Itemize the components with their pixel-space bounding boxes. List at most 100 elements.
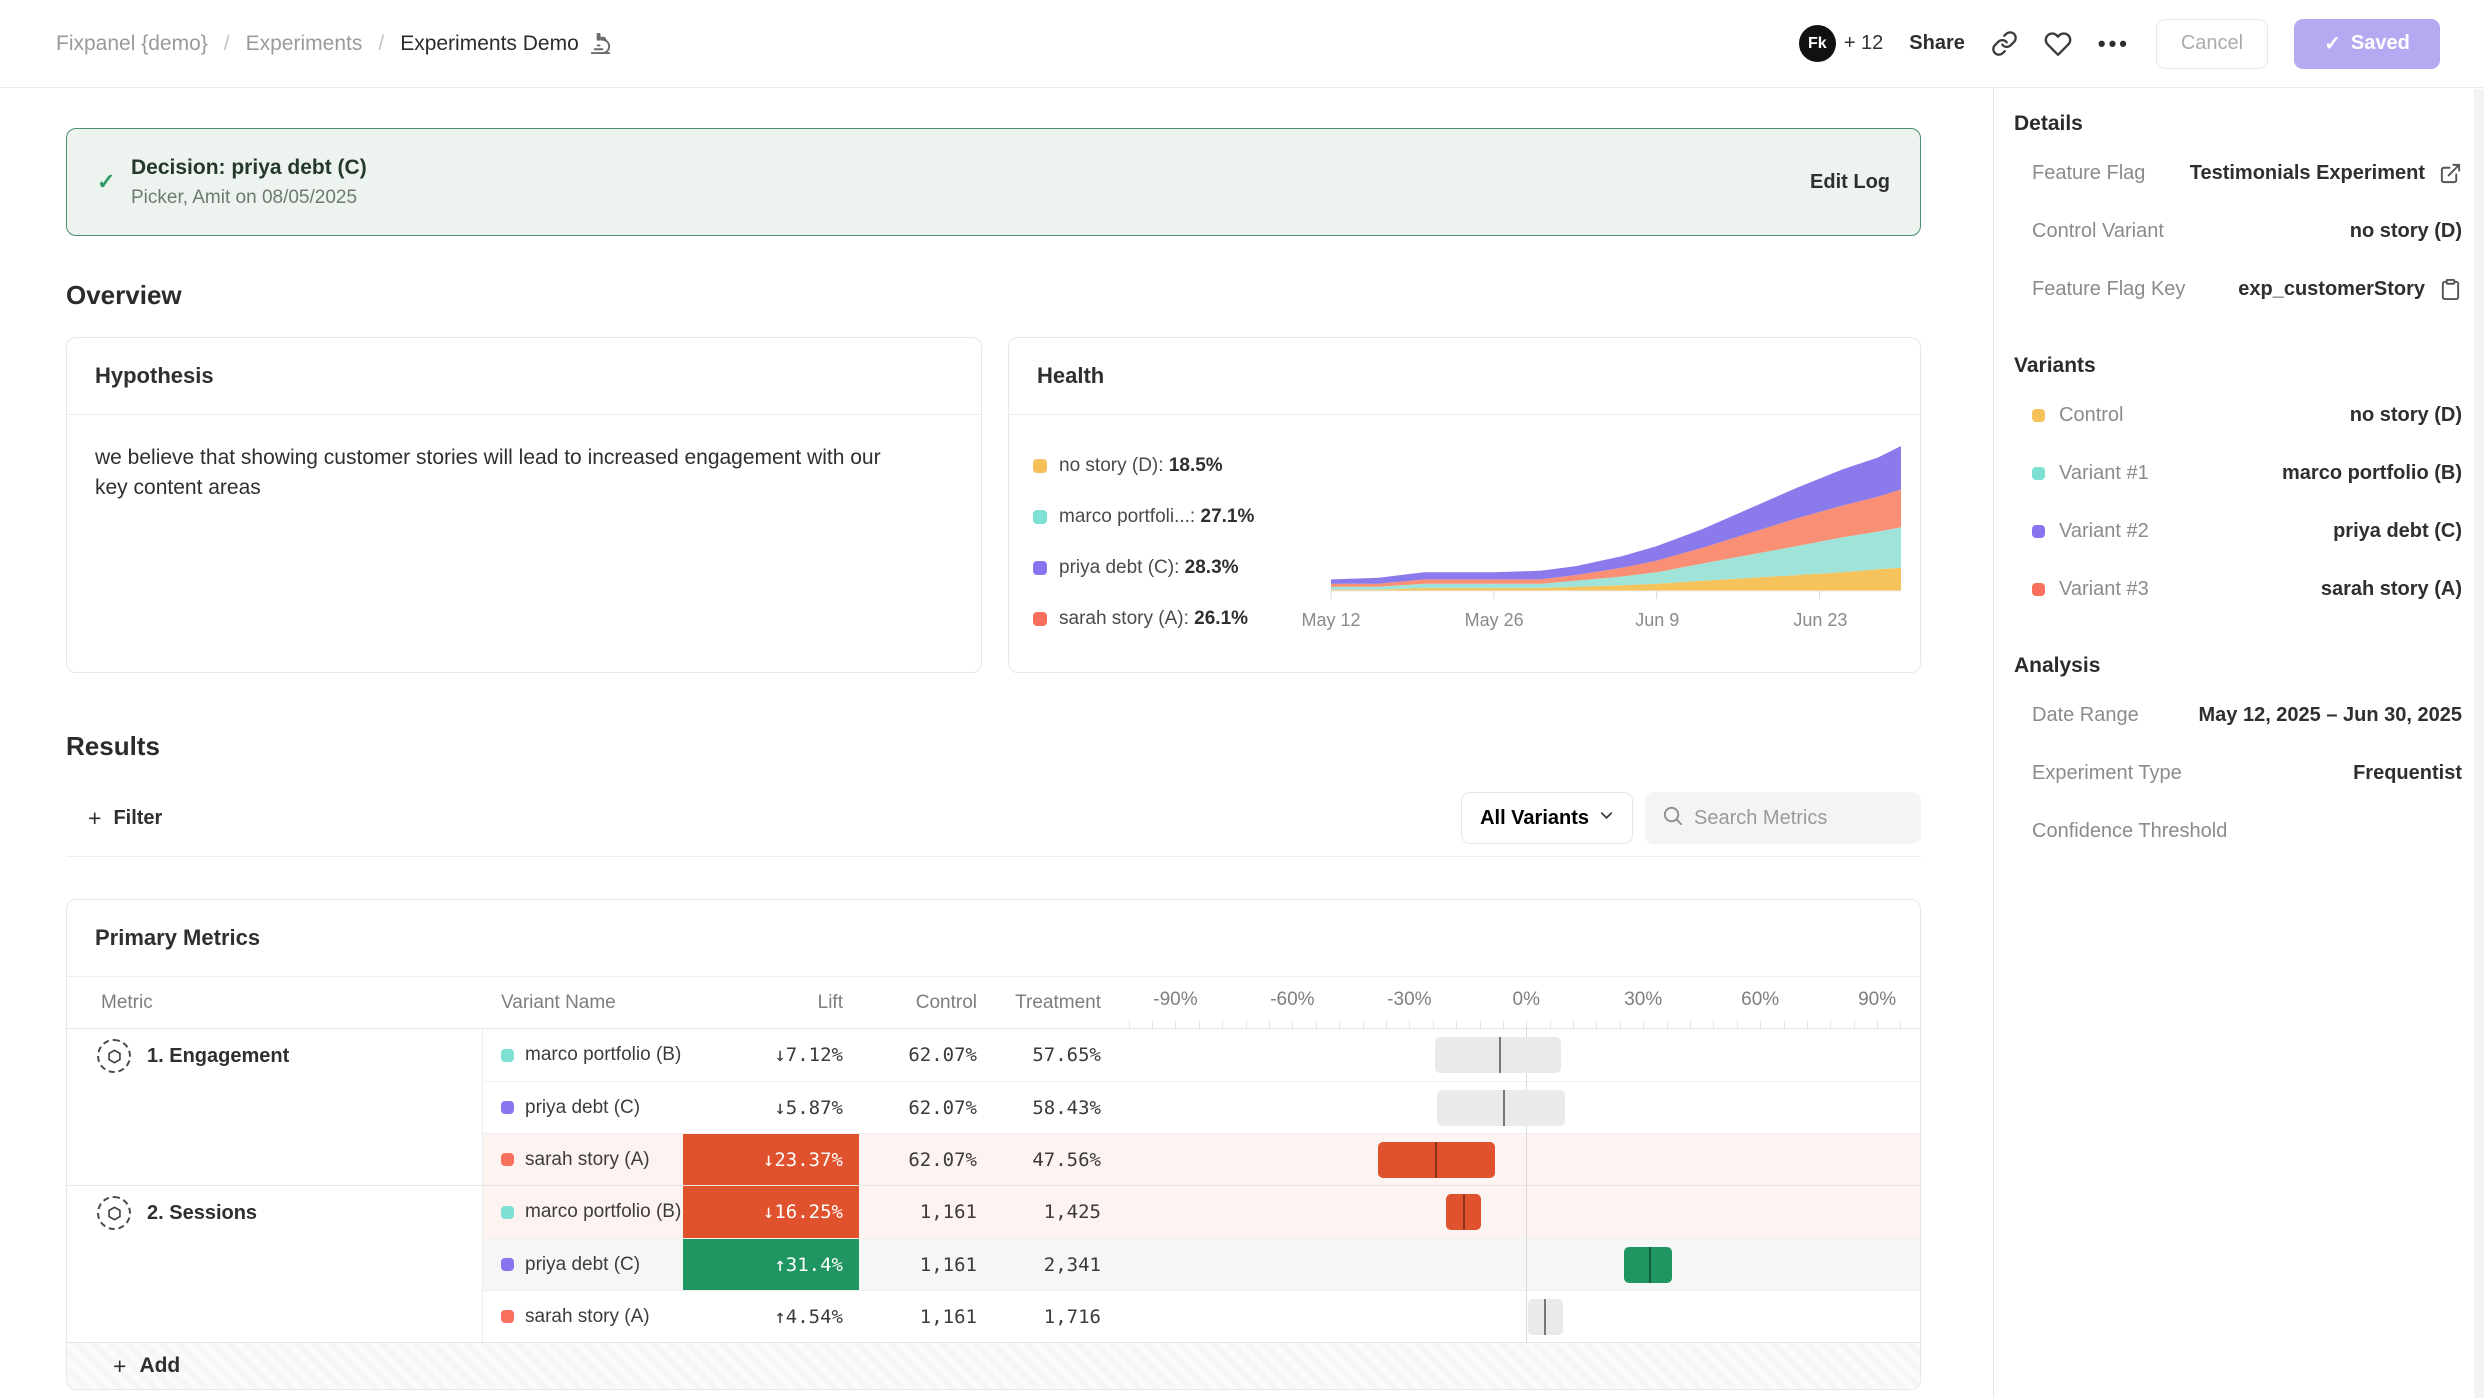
share-button[interactable]: Share bbox=[1909, 32, 1965, 55]
variant-row[interactable]: marco portfolio (B)↓16.25%1,1611,425 bbox=[483, 1186, 1920, 1238]
variants-dropdown[interactable]: All Variants bbox=[1461, 792, 1633, 844]
plus-icon: + bbox=[88, 805, 101, 832]
more-options-icon[interactable]: ••• bbox=[2098, 31, 2130, 57]
lift-value: ↓16.25% bbox=[683, 1186, 859, 1238]
collaborators[interactable]: Fk + 12 bbox=[1799, 25, 1883, 62]
avatar[interactable]: Fk bbox=[1799, 25, 1836, 62]
sidebar-row-value: marco portfolio (B) bbox=[2282, 462, 2462, 485]
legend-swatch bbox=[1033, 459, 1047, 473]
decision-check-icon: ✓ bbox=[97, 169, 131, 195]
variant-name: marco portfolio (B) bbox=[525, 1044, 681, 1066]
variant-swatch bbox=[501, 1101, 514, 1114]
ci-axis-label: -90% bbox=[1153, 989, 1197, 1011]
cancel-button[interactable]: Cancel bbox=[2156, 19, 2268, 69]
sidebar-row: Controlno story (D) bbox=[2014, 386, 2462, 444]
metric-cell[interactable]: 2. Sessions bbox=[67, 1186, 483, 1342]
scrollbar-track[interactable] bbox=[2474, 89, 2484, 1398]
decision-banner: ✓ Decision: priya debt (C) Picker, Amit … bbox=[66, 128, 1921, 236]
variant-row[interactable]: marco portfolio (B)↓7.12%62.07%57.65% bbox=[483, 1029, 1920, 1081]
details-title: Details bbox=[2014, 112, 2462, 136]
variants-section: Variants Controlno story (D)Variant #1ma… bbox=[2014, 354, 2462, 618]
breadcrumb-separator: / bbox=[224, 32, 230, 56]
legend-label: sarah story (A): 26.1% bbox=[1059, 608, 1248, 630]
sidebar-row: Variant #3sarah story (A) bbox=[2014, 560, 2462, 618]
legend-item: sarah story (A): 26.1% bbox=[1033, 608, 1323, 630]
ci-point-marker bbox=[1463, 1194, 1465, 1230]
ci-point-marker bbox=[1435, 1142, 1437, 1178]
edit-log-button[interactable]: Edit Log bbox=[1810, 171, 1890, 194]
results-divider bbox=[66, 856, 1921, 857]
ci-axis-label: 60% bbox=[1741, 989, 1779, 1011]
external-link-icon[interactable] bbox=[2439, 162, 2462, 185]
confidence-interval-cell bbox=[1117, 1239, 1920, 1290]
search-icon bbox=[1661, 804, 1684, 832]
metric-target-icon bbox=[97, 1196, 131, 1230]
col-treatment: Treatment bbox=[993, 992, 1117, 1014]
sidebar-row-value: priya debt (C) bbox=[2333, 520, 2462, 543]
col-control: Control bbox=[859, 992, 993, 1014]
clipboard-icon[interactable] bbox=[2439, 278, 2462, 301]
topbar-actions: Fk + 12 Share ••• Cancel ✓ Saved bbox=[1799, 19, 2440, 69]
sidebar-row-value: exp_customerStory bbox=[2238, 278, 2425, 301]
hypothesis-body: we believe that showing customer stories… bbox=[67, 415, 947, 532]
metric-cell[interactable]: 1. Engagement bbox=[67, 1029, 483, 1185]
legend-item: no story (D): 18.5% bbox=[1033, 455, 1323, 477]
x-axis-tick-label: Jun 9 bbox=[1635, 610, 1679, 631]
check-icon: ✓ bbox=[2324, 31, 2341, 56]
breadcrumb-item[interactable]: Fixpanel {demo} bbox=[56, 32, 208, 56]
sidebar-row-label: Variant #3 bbox=[2032, 578, 2149, 601]
plus-icon: + bbox=[113, 1353, 126, 1380]
ci-point-marker bbox=[1499, 1037, 1501, 1073]
variant-name: priya debt (C) bbox=[525, 1097, 640, 1119]
breadcrumb: Fixpanel {demo}/Experiments/Experiments … bbox=[56, 32, 612, 56]
favorite-heart-icon[interactable] bbox=[2044, 30, 2072, 58]
breadcrumb-item[interactable]: Experiments bbox=[246, 32, 363, 56]
breadcrumb-item: Experiments Demo bbox=[400, 32, 612, 56]
variant-name: marco portfolio (B) bbox=[525, 1201, 681, 1223]
health-legend: no story (D): 18.5% marco portfoli...: 27… bbox=[1033, 455, 1323, 634]
search-metrics-input[interactable] bbox=[1694, 807, 1894, 830]
confidence-interval-cell bbox=[1117, 1082, 1920, 1133]
ci-axis-label: 30% bbox=[1624, 989, 1662, 1011]
variant-row[interactable]: priya debt (C)↑31.4%1,1612,341 bbox=[483, 1238, 1920, 1290]
treatment-value: 1,425 bbox=[993, 1186, 1117, 1238]
variant-row[interactable]: priya debt (C)↓5.87%62.07%58.43% bbox=[483, 1081, 1920, 1133]
hypothesis-title: Hypothesis bbox=[67, 338, 981, 415]
hypothesis-card: Hypothesis we believe that showing custo… bbox=[66, 337, 982, 673]
control-value: 1,161 bbox=[859, 1239, 993, 1290]
sidebar-row-value: no story (D) bbox=[2350, 404, 2462, 427]
variant-row[interactable]: sarah story (A)↑4.54%1,1611,716 bbox=[483, 1290, 1920, 1342]
results-heading: Results bbox=[66, 731, 1921, 762]
ci-point-marker bbox=[1503, 1090, 1505, 1126]
sidebar-row: Variant #2 priya debt (C) bbox=[2014, 502, 2462, 560]
variant-swatch bbox=[501, 1206, 514, 1219]
legend-label: marco portfoli...: 27.1% bbox=[1059, 506, 1254, 528]
control-value: 1,161 bbox=[859, 1291, 993, 1342]
variants-title: Variants bbox=[2014, 354, 2462, 378]
lift-value: ↓7.12% bbox=[683, 1029, 859, 1081]
add-metric-button[interactable]: + Add bbox=[67, 1342, 1920, 1389]
sidebar-row-label: Feature Flag bbox=[2032, 162, 2145, 185]
sidebar-row-label: Feature Flag Key bbox=[2032, 278, 2185, 301]
copy-link-icon[interactable] bbox=[1991, 30, 2018, 57]
x-axis-tick-label: May 26 bbox=[1465, 610, 1524, 631]
sidebar-row-label: Variant #2 bbox=[2032, 520, 2149, 543]
x-axis-tick-label: May 12 bbox=[1301, 610, 1360, 631]
ci-axis-label: 90% bbox=[1858, 989, 1896, 1011]
primary-metrics-card: Primary Metrics Metric Variant Name Lift… bbox=[66, 899, 1921, 1390]
lift-value: ↓23.37% bbox=[683, 1134, 859, 1185]
primary-metrics-title: Primary Metrics bbox=[67, 900, 1920, 977]
sidebar-row-value: no story (D) bbox=[2350, 220, 2462, 243]
analysis-title: Analysis bbox=[2014, 654, 2462, 678]
add-filter-button[interactable]: + Filter bbox=[66, 805, 162, 832]
col-lift: Lift bbox=[683, 992, 859, 1014]
variant-swatch bbox=[501, 1258, 514, 1271]
saved-button[interactable]: ✓ Saved bbox=[2294, 19, 2440, 69]
variant-row[interactable]: sarah story (A)↓23.37%62.07%47.56% bbox=[483, 1133, 1920, 1185]
ci-axis-label: 0% bbox=[1513, 989, 1540, 1011]
variant-color-dot bbox=[2032, 525, 2045, 538]
legend-label: priya debt (C): 28.3% bbox=[1059, 557, 1239, 579]
sidebar-row-value: Testimonials Experiment bbox=[2190, 162, 2425, 185]
search-metrics-box[interactable] bbox=[1645, 792, 1921, 844]
col-variant-name: Variant Name bbox=[483, 992, 683, 1014]
